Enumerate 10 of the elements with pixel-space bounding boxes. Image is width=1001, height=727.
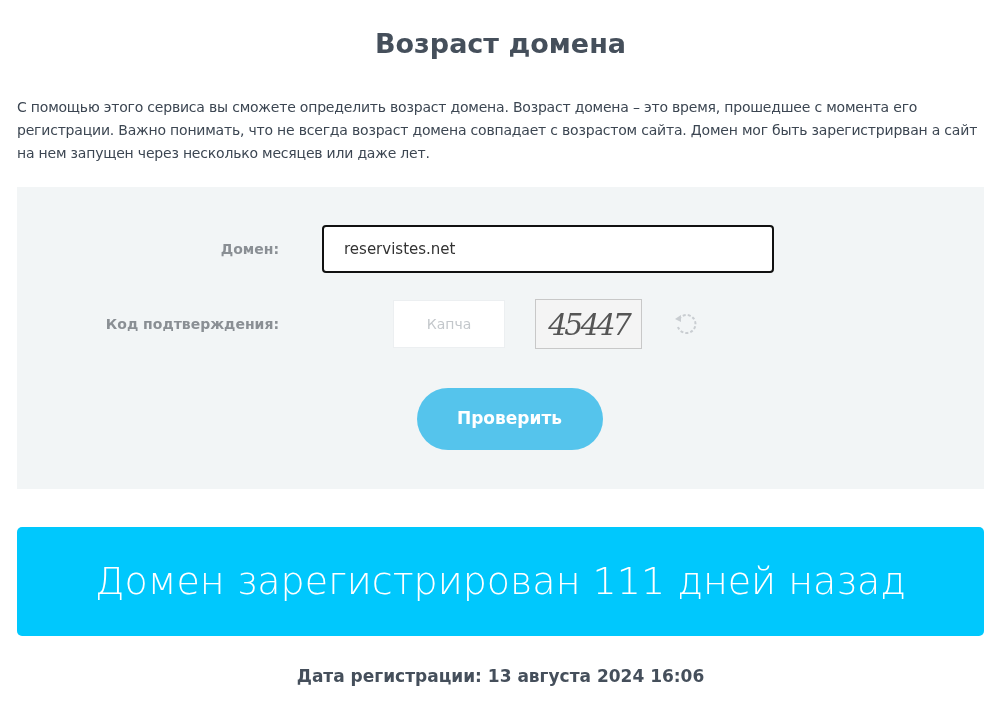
registration-date: Дата регистрации: 13 августа 2024 16:06 (295, 665, 706, 688)
captcha-image: 45447 (535, 299, 642, 349)
captcha-input[interactable]: Капча (393, 300, 505, 348)
result-banner: Домен зарегистрирован 111 дней назад (17, 527, 984, 636)
domain-input[interactable]: reservistes.net (322, 225, 774, 273)
captcha-label: Код подтверждения: (104, 314, 279, 334)
domain-label: Домен: (219, 239, 279, 259)
page-title: Возраст домена (374, 27, 627, 61)
refresh-icon[interactable] (673, 311, 699, 337)
description: С помощью этого сервиса вы сможете определить возраст домена. Возраст домена – это время, прошедшее с момента его регистрации. Важно понимать, что не всегда возраст домена совпадает с возрастом сайта. Домен мог быть зарегистрирван а сайт на нем запущен через несколько месяцев или даже лет. (17, 98, 979, 163)
